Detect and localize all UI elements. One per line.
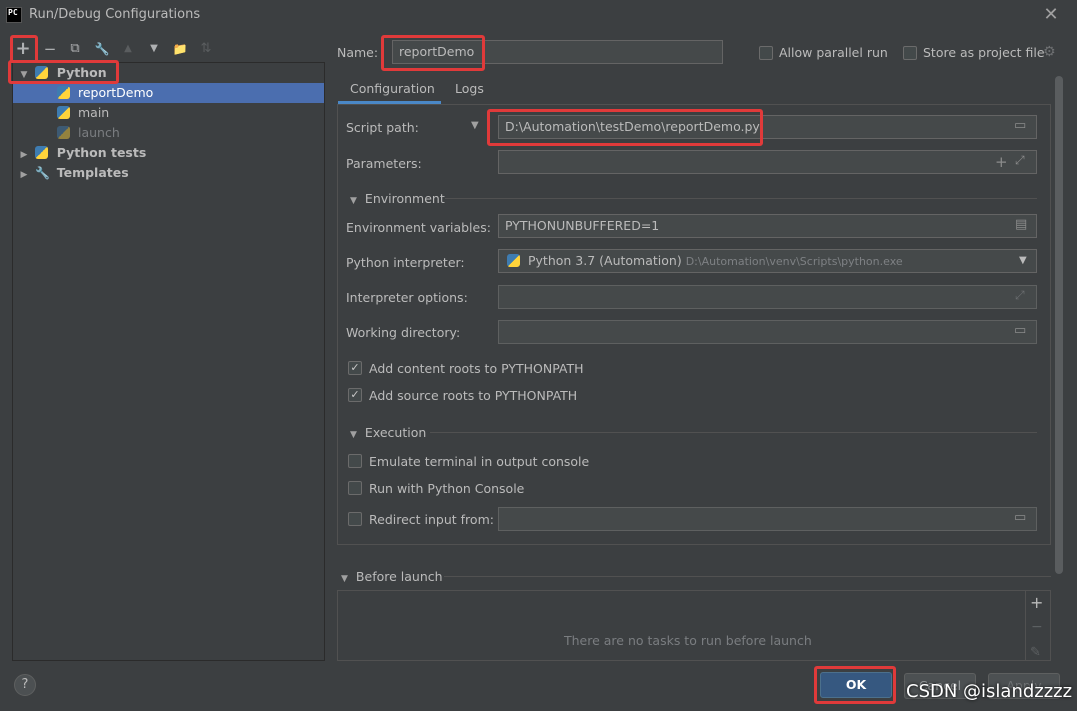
execution-section-toggle[interactable]: ▼ Execution (350, 425, 426, 440)
browse-folder-icon[interactable]: ▭ (1014, 118, 1026, 133)
sort-icon[interactable]: ⇅ (196, 39, 216, 59)
tree-item-reportdemo[interactable]: reportDemo (13, 83, 324, 103)
interpreter-path: D:\Automation\venv\Scripts\python.exe (685, 255, 903, 268)
script-path-label: Script path: (346, 120, 419, 135)
environment-label: Environment (364, 191, 445, 206)
python-icon (57, 126, 70, 139)
interpreter-label: Python interpreter: (346, 255, 465, 270)
add-source-roots-label: Add source roots to PYTHONPATH (369, 388, 578, 403)
tree-item-label: main (77, 105, 110, 120)
tree-item-launch[interactable]: launch (13, 123, 324, 143)
tab-logs-label: Logs (455, 81, 484, 96)
new-folder-icon[interactable]: 📁 (170, 39, 190, 59)
tree-item-main[interactable]: main (13, 103, 324, 123)
vertical-scrollbar[interactable] (1055, 76, 1063, 574)
edit-task-icon[interactable]: ✎ (1030, 645, 1041, 660)
tree-item-label: launch (77, 125, 120, 140)
interpreter-options-input[interactable] (498, 285, 1037, 309)
store-project-checkbox[interactable] (903, 46, 917, 60)
chevron-down-icon[interactable]: ▼ (1019, 255, 1027, 266)
browse-folder-icon[interactable]: ▭ (1014, 510, 1026, 525)
python-node-highlight (8, 60, 119, 84)
redirect-input-label: Redirect input from: (369, 512, 494, 527)
env-vars-input[interactable]: PYTHONUNBUFFERED=1 (498, 214, 1037, 238)
move-up-icon[interactable]: ▲ (118, 39, 138, 59)
edit-defaults-icon[interactable]: 🔧 (92, 39, 112, 59)
environment-section-toggle[interactable]: ▼ Environment (350, 191, 445, 206)
pycharm-app-icon: PC (6, 7, 22, 23)
emulate-terminal-label: Emulate terminal in output console (369, 454, 590, 469)
emulate-terminal-checkbox[interactable] (348, 454, 362, 468)
interpreter-name: Python 3.7 (Automation) (527, 253, 682, 268)
configuration-tree: ▼ Python reportDemo main launch ▶ Python… (12, 62, 325, 661)
browse-folder-icon[interactable]: ▭ (1014, 323, 1026, 338)
chevron-right-icon[interactable]: ▶ (17, 145, 31, 165)
ok-button-highlight (814, 666, 896, 704)
tree-item-python-tests[interactable]: ▶ Python tests (13, 143, 324, 163)
help-button[interactable]: ? (14, 674, 36, 696)
python-icon (507, 254, 520, 267)
before-launch-empty-text: There are no tasks to run before launch (564, 633, 812, 648)
wrench-icon: 🔧 (35, 166, 51, 180)
interpreter-select[interactable]: Python 3.7 (Automation) D:\Automation\ve… (498, 249, 1037, 273)
redirect-input-field[interactable] (498, 507, 1037, 531)
before-launch-panel (337, 590, 1051, 661)
watermark: CSDN @islandzzzz (906, 681, 1073, 702)
python-tests-icon (35, 146, 49, 159)
execution-divider (430, 432, 1037, 433)
add-content-roots-label: Add content roots to PYTHONPATH (369, 361, 584, 376)
add-content-roots-checkbox[interactable]: ✓ (348, 361, 362, 375)
script-path-highlight (487, 109, 763, 146)
add-parameter-icon[interactable]: + (995, 153, 1008, 171)
execution-label: Execution (364, 425, 427, 440)
parameters-label: Parameters: (346, 156, 422, 171)
interpreter-options-label: Interpreter options: (346, 290, 468, 305)
working-dir-label: Working directory: (346, 325, 461, 340)
before-launch-divider (444, 576, 1051, 577)
tree-item-label: Templates (56, 165, 129, 180)
run-python-console-label: Run with Python Console (369, 481, 525, 496)
edit-env-vars-icon[interactable]: ▤ (1015, 217, 1027, 232)
window-title: Run/Debug Configurations (29, 7, 201, 22)
python-icon (57, 86, 70, 99)
name-label: Name: (337, 45, 379, 60)
redirect-input-checkbox[interactable] (348, 512, 362, 526)
copy-configuration-icon[interactable]: ⧉ (65, 39, 85, 59)
tree-item-label: reportDemo (77, 85, 154, 100)
parameters-input[interactable] (498, 150, 1037, 174)
tree-item-templates[interactable]: ▶ 🔧 Templates (13, 163, 324, 183)
add-button-highlight (10, 35, 38, 63)
chevron-down-icon: ▼ (341, 574, 348, 584)
name-input-highlight (381, 35, 485, 71)
allow-parallel-checkbox[interactable] (759, 46, 773, 60)
script-path-dropdown-icon[interactable]: ▼ (471, 120, 479, 131)
tab-configuration-label: Configuration (350, 81, 435, 96)
run-python-console-checkbox[interactable] (348, 481, 362, 495)
gear-icon[interactable]: ⚙ (1043, 44, 1056, 60)
expand-icon[interactable]: ⤢ (1015, 288, 1025, 303)
store-project-label: Store as project file (923, 45, 1045, 60)
tree-item-label: Python tests (56, 145, 147, 160)
close-icon[interactable]: ✕ (1041, 4, 1061, 26)
chevron-right-icon[interactable]: ▶ (17, 165, 31, 185)
python-icon (57, 106, 70, 119)
move-down-icon[interactable]: ▼ (144, 39, 164, 59)
add-source-roots-checkbox[interactable]: ✓ (348, 388, 362, 402)
env-vars-label: Environment variables: (346, 220, 491, 235)
before-launch-label: Before launch (355, 569, 443, 584)
chevron-down-icon: ▼ (350, 430, 357, 440)
remove-configuration-button[interactable]: − (40, 39, 60, 59)
tab-configuration[interactable]: Configuration (338, 76, 441, 104)
chevron-down-icon: ▼ (350, 196, 357, 206)
remove-task-icon[interactable]: − (1031, 619, 1043, 635)
expand-icon[interactable]: ⤢ (1015, 153, 1025, 168)
before-launch-toggle[interactable]: ▼ Before launch (341, 569, 443, 584)
working-dir-input[interactable] (498, 320, 1037, 344)
title-bar: PC Run/Debug Configurations ✕ (0, 0, 1077, 32)
tab-logs[interactable]: Logs (455, 76, 484, 104)
environment-divider (445, 198, 1037, 199)
allow-parallel-label: Allow parallel run (779, 45, 888, 60)
add-task-icon[interactable]: + (1030, 593, 1043, 612)
